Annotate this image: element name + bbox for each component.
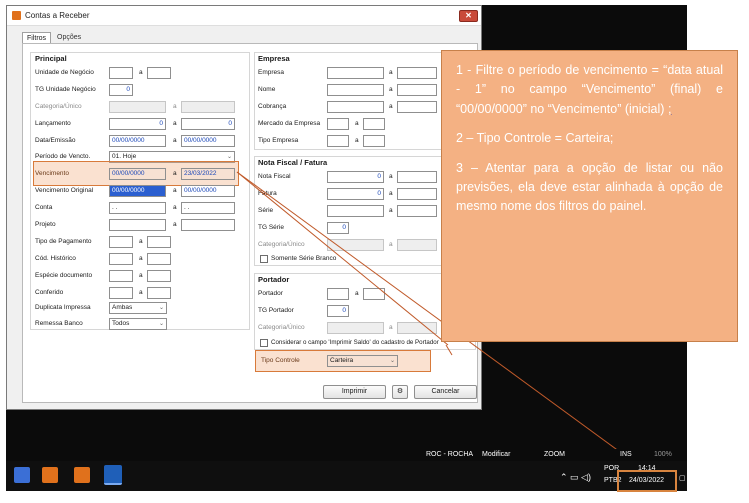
note-item-1-text: 1 - Filtre o período de vencimento = “da… xyxy=(456,63,723,116)
status-zoom-label: ZOOM xyxy=(544,451,565,458)
status-user: ROC - ROCHA xyxy=(426,451,474,458)
note-item-2: 2 – Tipo Controle = Carteira; xyxy=(456,131,614,146)
note-item-1: 1 - Filtre o período de vencimento = “da… xyxy=(456,61,723,119)
taskbar-app-icon[interactable] xyxy=(104,465,122,485)
status-mode: Modificar xyxy=(482,451,511,458)
note-item-1-link: ; xyxy=(667,101,672,116)
taskbar-app-icon[interactable] xyxy=(14,467,30,483)
annotation-note: 1 - Filtre o período de vencimento = “da… xyxy=(441,50,738,342)
tray-icons[interactable]: ⌃ ▭ ◁) xyxy=(560,472,591,483)
status-zoom-value: 100% xyxy=(654,451,672,458)
note-item-3: 3 – Atentar para a opção de listar ou nã… xyxy=(456,160,723,214)
connector-tipo-controle xyxy=(445,344,453,356)
status-bar xyxy=(6,449,687,461)
connector-vencimento xyxy=(236,171,449,346)
tray-date: 24/03/2022 xyxy=(629,477,665,484)
notification-icon[interactable]: ▢ xyxy=(679,474,686,482)
taskbar-app-icon[interactable] xyxy=(74,467,90,483)
taskbar-app-icon[interactable] xyxy=(42,467,58,483)
status-ins: INS xyxy=(620,451,632,458)
